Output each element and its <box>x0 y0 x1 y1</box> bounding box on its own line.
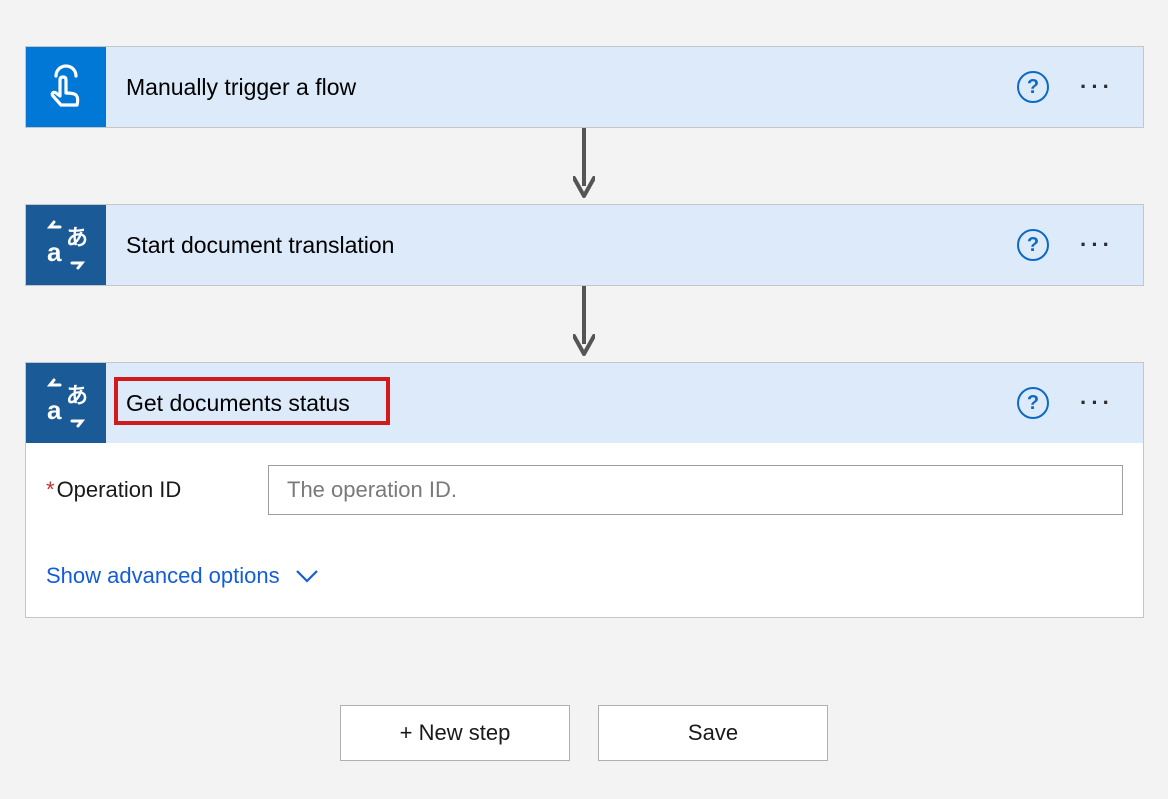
footer-actions: + New step Save <box>0 705 1168 761</box>
step-title: Get documents status <box>126 390 1017 417</box>
operation-id-input[interactable] <box>268 465 1123 515</box>
translator-icon: a あ <box>26 205 106 285</box>
show-advanced-options[interactable]: Show advanced options <box>46 563 318 589</box>
connector-arrow <box>573 128 595 200</box>
field-row-operation-id: * Operation ID <box>46 465 1123 515</box>
touch-icon <box>26 47 106 127</box>
save-button[interactable]: Save <box>598 705 828 761</box>
step-body: * Operation ID Show advanced options <box>26 443 1143 617</box>
svg-text:a: a <box>47 237 62 267</box>
help-button[interactable]: ? <box>1017 229 1049 261</box>
svg-text:あ: あ <box>66 225 88 250</box>
svg-text:あ: あ <box>66 383 88 408</box>
step-card-get-status[interactable]: a あ Get documents status ? ··· * Operati… <box>25 362 1144 618</box>
help-button[interactable]: ? <box>1017 71 1049 103</box>
more-button[interactable]: ··· <box>1073 383 1121 423</box>
more-button[interactable]: ··· <box>1073 225 1121 265</box>
step-header-start-translation[interactable]: a あ Start document translation ? ··· <box>26 205 1143 285</box>
connector-arrow <box>573 286 595 358</box>
step-header-trigger[interactable]: Manually trigger a flow ? ··· <box>26 47 1143 127</box>
field-label: * Operation ID <box>46 477 268 503</box>
new-step-button[interactable]: + New step <box>340 705 570 761</box>
help-button[interactable]: ? <box>1017 387 1049 419</box>
svg-text:a: a <box>47 395 62 425</box>
field-label-text: Operation ID <box>57 477 182 503</box>
step-title: Manually trigger a flow <box>126 74 1017 101</box>
step-card-start-translation[interactable]: a あ Start document translation ? ··· <box>25 204 1144 286</box>
required-star: * <box>46 477 55 503</box>
advanced-options-label: Show advanced options <box>46 563 280 589</box>
step-title: Start document translation <box>126 232 1017 259</box>
more-button[interactable]: ··· <box>1073 67 1121 107</box>
step-header-get-status[interactable]: a あ Get documents status ? ··· <box>26 363 1143 443</box>
chevron-down-icon <box>296 569 318 583</box>
translator-icon: a あ <box>26 363 106 443</box>
step-card-trigger[interactable]: Manually trigger a flow ? ··· <box>25 46 1144 128</box>
